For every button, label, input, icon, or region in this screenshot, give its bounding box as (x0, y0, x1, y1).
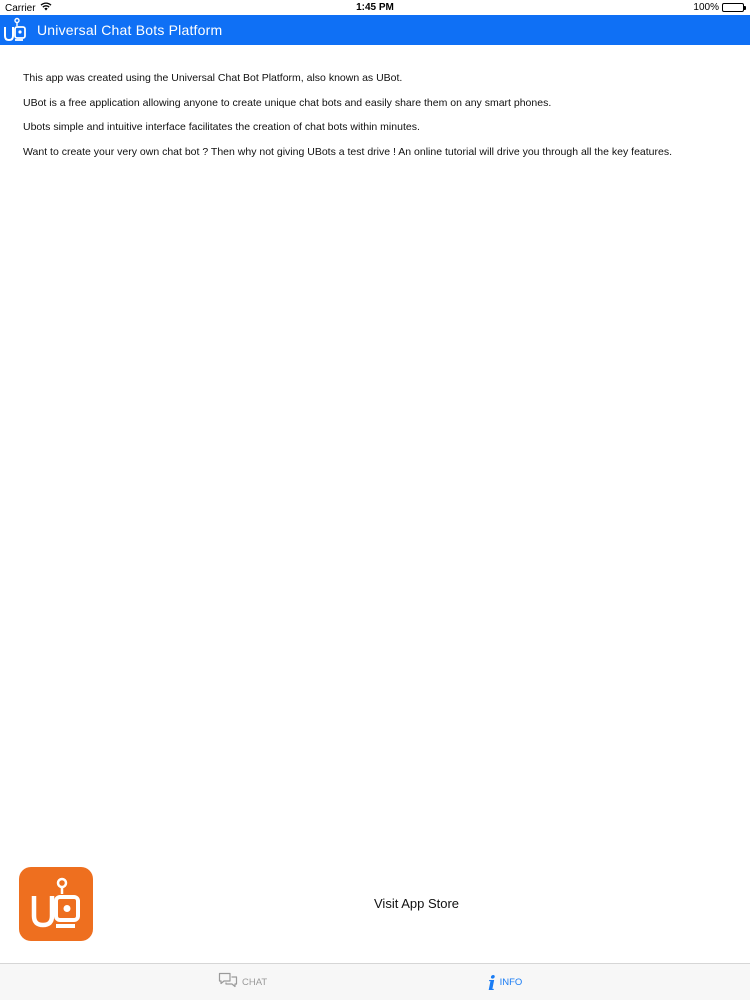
ubot-app-icon[interactable] (19, 867, 93, 941)
tab-bar: CHAT i INFO (0, 963, 750, 1000)
status-right: 100% (693, 2, 746, 13)
visit-app-store-link[interactable]: Visit App Store (374, 896, 459, 911)
battery-icon (722, 3, 746, 12)
tab-info-label: INFO (499, 977, 523, 988)
info-paragraph-4: Want to create your very own chat bot ? … (23, 145, 673, 158)
nav-bar: Universal Chat Bots Platform (0, 15, 750, 45)
tab-chat[interactable]: CHAT (218, 964, 267, 1001)
info-paragraph-3: Ubots simple and intuitive interface fac… (23, 121, 420, 133)
battery-percent: 100% (693, 2, 719, 13)
status-bar: Carrier 1:45 PM 100% (0, 0, 750, 15)
info-icon: i (488, 970, 496, 995)
nav-title: Universal Chat Bots Platform (37, 22, 223, 38)
ubot-logo-icon (0, 15, 30, 45)
tab-info[interactable]: i INFO (488, 964, 522, 1001)
info-content: This app was created using the Universal… (23, 72, 728, 170)
info-paragraph-1: This app was created using the Universal… (23, 72, 403, 84)
tab-chat-label: CHAT (242, 977, 268, 988)
info-paragraph-2: UBot is a free application allowing anyo… (23, 96, 552, 109)
status-time: 1:45 PM (356, 2, 394, 13)
chat-bubbles-icon (218, 972, 238, 993)
